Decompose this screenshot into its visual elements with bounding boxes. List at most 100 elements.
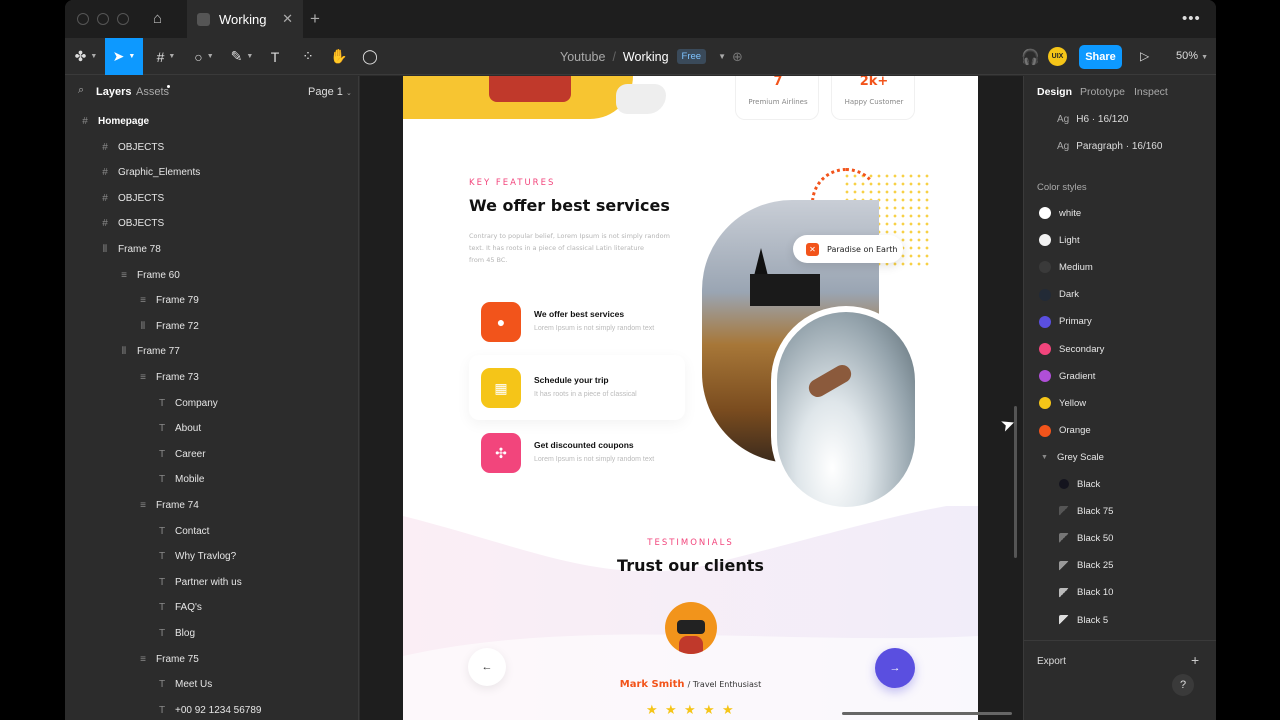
- layer-item[interactable]: T Meet Us: [155, 672, 212, 697]
- canvas[interactable]: 7 Premium Airlines 2k+ Happy Customer KE…: [360, 76, 1023, 720]
- more-icon[interactable]: •••: [1182, 10, 1201, 27]
- help-button[interactable]: ?: [1172, 674, 1194, 696]
- divider: [1024, 640, 1216, 641]
- color-style-item[interactable]: Light: [1024, 230, 1216, 250]
- text-tool[interactable]: T: [265, 38, 285, 75]
- layer-item[interactable]: T Blog: [155, 621, 195, 646]
- color-style-item[interactable]: Primary: [1024, 312, 1216, 332]
- color-style-item[interactable]: Secondary: [1024, 339, 1216, 359]
- layer-label: OBJECTS: [118, 141, 165, 153]
- text-style-paragraph[interactable]: Ag Paragraph · 16/160: [1057, 141, 1162, 152]
- hand-tool[interactable]: ✋: [329, 38, 349, 75]
- layer-item[interactable]: # OBJECTS: [98, 211, 164, 236]
- color-style-label: Light: [1059, 234, 1080, 246]
- grey-style-item[interactable]: Black 10: [1024, 583, 1216, 603]
- components-icon: ⁘: [302, 48, 314, 64]
- home-icon[interactable]: ⌂: [153, 10, 173, 28]
- layer-item[interactable]: T Mobile: [155, 467, 205, 492]
- layer-item[interactable]: T Career: [155, 442, 206, 467]
- frame-tool[interactable]: # ▼: [151, 38, 181, 75]
- new-tab-button[interactable]: +: [310, 9, 320, 29]
- document-tab[interactable]: Working ✕: [187, 0, 303, 38]
- location-badge-label: Paradise on Earth: [827, 244, 898, 254]
- grey-style-item[interactable]: Black 25: [1024, 556, 1216, 576]
- layer-item[interactable]: ≡ Frame 73: [136, 365, 199, 390]
- avatar[interactable]: UIX: [1048, 47, 1067, 66]
- vr-headset-icon: [677, 620, 705, 634]
- vertical-scrollbar[interactable]: [1014, 406, 1017, 558]
- color-style-item[interactable]: Yellow: [1024, 393, 1216, 413]
- color-style-item[interactable]: white: [1024, 203, 1216, 223]
- layer-item[interactable]: ⦀ Frame 77: [117, 339, 180, 364]
- layer-item[interactable]: T FAQ's: [155, 595, 202, 620]
- tab-inspect[interactable]: Inspect: [1134, 86, 1168, 98]
- maximize-window-button[interactable]: [117, 13, 129, 25]
- color-style-item[interactable]: Gradient: [1024, 366, 1216, 386]
- autolayout-v-icon: ≡: [140, 372, 146, 383]
- star-icon: ★: [703, 702, 715, 717]
- color-style-item[interactable]: Orange: [1024, 421, 1216, 441]
- tab-layers[interactable]: Layers: [96, 86, 131, 98]
- tab-assets[interactable]: Assets: [136, 86, 169, 98]
- layer-item[interactable]: # Graphic_Elements: [98, 160, 200, 185]
- layers-panel: ⌕ Layers Assets Page 1 ⌄ # Homepage # OBJEC…: [65, 76, 359, 720]
- present-icon[interactable]: ▷: [1140, 49, 1149, 63]
- layer-item[interactable]: # OBJECTS: [98, 135, 164, 160]
- layer-item[interactable]: T About: [155, 416, 201, 441]
- headphones-icon[interactable]: 🎧: [1021, 48, 1040, 66]
- pen-icon: ✎: [230, 48, 243, 64]
- layer-item[interactable]: ⦀ Frame 72: [136, 314, 199, 339]
- tab-design[interactable]: Design: [1037, 86, 1072, 98]
- layer-item[interactable]: T Partner with us: [155, 570, 242, 595]
- layer-item[interactable]: T Contact: [155, 519, 210, 544]
- move-tool[interactable]: ➤ ▼: [105, 38, 143, 75]
- grey-style-item[interactable]: Black 5: [1024, 610, 1216, 630]
- layer-item[interactable]: ≡ Frame 75: [136, 647, 199, 672]
- text-style-h6[interactable]: Ag H6 · 16/120: [1057, 114, 1129, 125]
- file-name[interactable]: Working: [623, 50, 669, 64]
- shape-tool[interactable]: ○ ▼: [189, 38, 219, 75]
- close-window-button[interactable]: [77, 13, 89, 25]
- layer-item[interactable]: # OBJECTS: [98, 186, 164, 211]
- grey-style-item[interactable]: Black: [1024, 474, 1216, 494]
- comment-tool[interactable]: ◯: [360, 38, 380, 75]
- layer-item[interactable]: ≡ Frame 74: [136, 493, 199, 518]
- layer-item[interactable]: ≡ Frame 60: [117, 263, 180, 288]
- layer-item[interactable]: T Why Travlog?: [155, 544, 236, 569]
- frame-icon: #: [156, 48, 165, 65]
- minimize-window-button[interactable]: [97, 13, 109, 25]
- share-button[interactable]: Share: [1079, 45, 1122, 69]
- main-menu-button[interactable]: ✤ ▼: [71, 38, 101, 75]
- layer-item[interactable]: ≡ Frame 79: [136, 288, 199, 313]
- resources-tool[interactable]: ⁘: [298, 38, 318, 75]
- zoom-dropdown[interactable]: 50% ▼: [1176, 50, 1208, 62]
- figma-icon: ✤: [74, 48, 87, 64]
- chevron-down-icon[interactable]: ▼: [718, 52, 726, 61]
- project-link[interactable]: Youtube: [560, 50, 605, 64]
- color-style-item[interactable]: Dark: [1024, 285, 1216, 305]
- close-tab-icon[interactable]: ✕: [282, 11, 293, 27]
- feature-title: Schedule your trip: [534, 375, 609, 385]
- globe-icon[interactable]: ⊕: [732, 49, 743, 65]
- homepage-frame[interactable]: 7 Premium Airlines 2k+ Happy Customer KE…: [403, 76, 978, 720]
- layer-label: Partner with us: [175, 576, 242, 588]
- pen-tool[interactable]: ✎ ▼: [227, 38, 257, 75]
- grey-scale-group[interactable]: ▼ Grey Scale: [1024, 447, 1216, 467]
- color-style-label: Primary: [1059, 316, 1092, 328]
- search-icon[interactable]: ⌕: [78, 84, 84, 97]
- color-style-item[interactable]: Medium: [1024, 257, 1216, 277]
- star-icon: ★: [684, 702, 696, 717]
- add-export-icon[interactable]: +: [1191, 652, 1199, 668]
- layer-item[interactable]: T +00 92 1234 56789: [155, 698, 262, 720]
- tab-prototype[interactable]: Prototype: [1080, 86, 1125, 98]
- layer-item[interactable]: ⦀ Frame 78: [98, 237, 161, 262]
- layer-item[interactable]: # Homepage: [78, 109, 149, 134]
- page-select[interactable]: Page 1 ⌄: [308, 86, 352, 98]
- layer-label: Company: [175, 397, 218, 409]
- grey-style-item[interactable]: Black 75: [1024, 501, 1216, 521]
- horizontal-scrollbar[interactable]: [842, 712, 1012, 715]
- grey-style-item[interactable]: Black 50: [1024, 528, 1216, 548]
- color-swatch: [1039, 397, 1051, 410]
- client-avatar: [665, 602, 717, 654]
- layer-item[interactable]: T Company: [155, 391, 218, 416]
